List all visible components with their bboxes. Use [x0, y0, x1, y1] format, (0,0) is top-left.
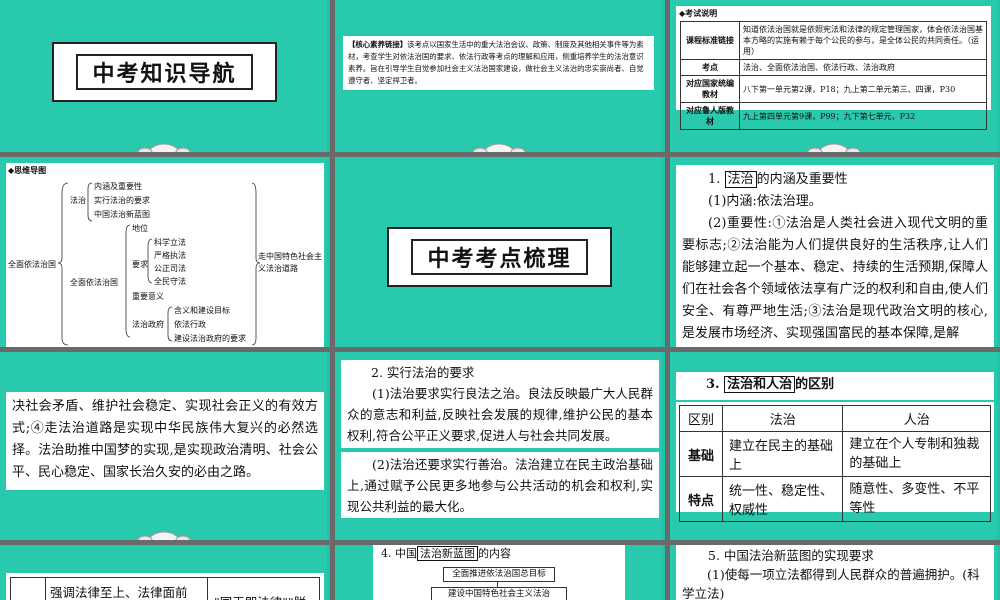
slide-thumbnail-9[interactable]: 3. 法治和人治 的区别 区别 法治 人治 基础 建立在民主的基础上 建立在个人专… — [670, 352, 997, 540]
slide-thumbnail-4[interactable]: ◆思维导图 全面依法治国 法治 内涵及重要性 实行法治的要求 中国法治新蓝图 全… — [0, 157, 327, 347]
table-cell: "国王即法律""朕 — [208, 577, 320, 600]
content-card: 强调法律至上、法律面前 "国王即法律""朕 — [6, 573, 324, 600]
slide-thumbnail-11[interactable]: 4. 中国 法治新蓝图 的内容 全面推进依法治国总目标 建设中国特色社会主义法治 — [335, 545, 662, 600]
slide-thumbnail-1[interactable]: 中考知识导航 — [0, 0, 327, 152]
key-term: 法治 — [724, 171, 757, 188]
table-row: 特点 统一性、稳定性、权威性 随意性、多变性、不平等性 — [679, 476, 991, 522]
table-cell: 强调法律至上、法律面前 — [44, 577, 208, 600]
comparison-table-card: 区别 法治 人治 基础 建立在民主的基础上 建立在个人专制和独裁的基础上 特点 … — [676, 402, 994, 522]
paragraph: (1)内涵:依法治理。 — [708, 194, 822, 209]
banner-title: 中考考点梳理 — [427, 247, 572, 272]
slide-thumbnail-10[interactable]: 强调法律至上、法律面前 "国王即法律""朕 — [0, 545, 327, 600]
exam-description-header: ◆考试说明 — [679, 8, 718, 18]
paragraph: (1)使每一项立法都得到人民群众的普遍拥护。(科学立法) — [682, 567, 980, 600]
paragraph: (2)重要性:①法治是人类社会进入现代文明的重要标志;②法治能为人们提供良好的生… — [682, 216, 988, 341]
content-card: (2)法治还要求实行善治。法治建立在民主政治基础上,通过赋予公民更多地参与公共活… — [341, 452, 659, 518]
content-card: 4. 中国 法治新蓝图 的内容 全面推进依法治国总目标 建设中国特色社会主义法治 — [373, 545, 625, 600]
exam-description-table: 课程标准链接 知道依法治国就是依照宪法和法律的规定管理国家，体会依法治国基本方略… — [680, 21, 987, 130]
mind-map-braces — [57, 182, 261, 346]
core-literacy-card: 【核心素养链接】该考点以国家生活中的重大法治会议、政策、制度及其他相关事件等为素… — [343, 36, 654, 90]
table-header-row: 区别 法治 人治 — [679, 405, 991, 432]
slide-thumbnail-12[interactable]: 5. 中国法治新蓝图的实现要求 (1)使每一项立法都得到人民群众的普遍拥护。(科… — [670, 545, 997, 600]
banner-title: 中考知识导航 — [92, 62, 237, 87]
slide-thumbnail-5[interactable]: 中考考点梳理 — [335, 157, 662, 347]
comparison-table: 区别 法治 人治 基础 建立在民主的基础上 建立在个人专制和独裁的基础上 特点 … — [679, 405, 991, 522]
section-heading: 3. 法治和人治 的区别 — [706, 376, 835, 393]
slide-thumbnail-8[interactable]: 2. 实行法治的要求 (1)法治要求实行良法之治。良法反映最广大人民群众的意志和… — [335, 352, 662, 540]
table-row: 课程标准链接 知道依法治国就是依照宪法和法律的规定管理国家，体会依法治国基本方略… — [680, 21, 987, 60]
key-term: 法治新蓝图 — [417, 546, 478, 561]
table-cell — [10, 577, 46, 600]
sheep-mascot-icon — [137, 531, 190, 540]
sheep-mascot-icon — [807, 143, 860, 152]
sheep-mascot-icon — [472, 143, 525, 152]
paragraph: (2)法治还要求实行善治。法治建立在民主政治基础上,通过赋予公民更多地参与公共活… — [347, 457, 653, 514]
content-card: 1. 法治 的内涵及重要性 (1)内涵:依法治理。 (2)重要性:①法治是人类社会… — [676, 165, 994, 347]
table-row: 考点 法治、全面依法治国、依法行政、法治政府 — [680, 59, 987, 76]
section-heading-card: 3. 法治和人治 的区别 — [676, 372, 994, 400]
content-card: 决社会矛盾、维护社会稳定、实现社会正义的有效方式;④走法治道路是实现中华民族伟大… — [6, 392, 324, 490]
content-card: 2. 实行法治的要求 (1)法治要求实行良法之治。良法反映最广大人民群众的意志和… — [341, 360, 659, 448]
slide-thumbnail-2[interactable]: 【核心素养链接】该考点以国家生活中的重大法治会议、政策、制度及其他相关事件等为素… — [335, 0, 662, 152]
title-banner: 中考知识导航 — [52, 42, 277, 102]
sheep-mascot-icon — [137, 143, 190, 152]
table-row: 对应鲁人版教材 九上第四单元第9课，P99；九下第七单元，P32 — [680, 102, 987, 130]
section-heading: 2. 实行法治的要求 — [371, 365, 475, 380]
section-heading: 5. 中国法治新蓝图的实现要求 — [708, 548, 874, 563]
paragraph: (1)法治要求实行良法之治。良法反映最广大人民群众的意志和利益,反映社会发展的规… — [347, 386, 653, 443]
mind-map-card: ◆思维导图 全面依法治国 法治 内涵及重要性 实行法治的要求 中国法治新蓝图 全… — [6, 163, 324, 347]
section-heading: 1. 法治 的内涵及重要性 — [708, 171, 848, 188]
slide-thumbnail-6[interactable]: 1. 法治 的内涵及重要性 (1)内涵:依法治理。 (2)重要性:①法治是人类社会… — [670, 157, 997, 347]
core-literacy-tag: 【核心素养链接】 — [348, 40, 408, 49]
table-row: 基础 建立在民主的基础上 建立在个人专制和独裁的基础上 — [679, 431, 991, 477]
diagram-box: 全面推进依法治国总目标 — [443, 567, 555, 582]
table-row: 对应国家统编教材 八下第一单元第2课，P18；九上第二单元第三、四课，P30 — [680, 75, 987, 103]
slide-thumbnail-3[interactable]: ◆考试说明 课程标准链接 知道依法治国就是依照宪法和法律的规定管理国家，体会依法… — [670, 0, 997, 152]
paragraph: 决社会矛盾、维护社会稳定、实现社会正义的有效方式;④走法治道路是实现中华民族伟大… — [12, 399, 318, 480]
key-term: 法治和人治 — [724, 376, 796, 393]
exam-description-card: ◆考试说明 课程标准链接 知道依法治国就是依照宪法和法律的规定管理国家，体会依法… — [676, 6, 991, 130]
content-card: 5. 中国法治新蓝图的实现要求 (1)使每一项立法都得到人民群众的普遍拥护。(科… — [676, 545, 994, 600]
title-banner: 中考考点梳理 — [387, 227, 612, 287]
section-heading: 4. 中国 法治新蓝图 的内容 — [381, 546, 511, 561]
diagram-box: 建设中国特色社会主义法治 — [431, 587, 567, 600]
slide-thumbnail-7[interactable]: 决社会矛盾、维护社会稳定、实现社会正义的有效方式;④走法治道路是实现中华民族伟大… — [0, 352, 327, 540]
